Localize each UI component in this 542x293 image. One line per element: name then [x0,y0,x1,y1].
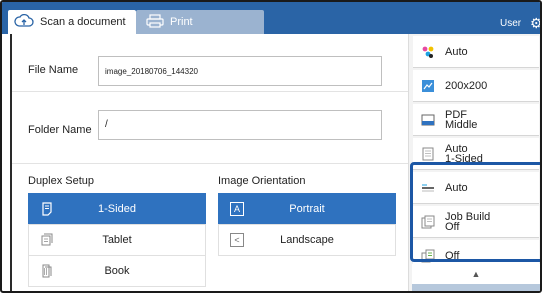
sidebar-item-label: 200x200 [445,79,488,92]
density-icon [421,181,435,195]
duplex-option-label: Tablet [102,234,132,246]
image-orientation-label: Image Orientation [218,175,306,187]
file-name-label: File Name [28,64,79,76]
portrait-icon: A [229,201,245,217]
one-sided-icon [39,201,55,217]
duplex-option-1-sided[interactable]: 1-Sided [28,193,206,225]
tab-print[interactable]: Print [136,10,264,34]
tablet-icon [39,232,55,248]
chevron-up-icon: ▲ [471,269,481,279]
file-name-field[interactable]: image_20180706_144320 [98,56,382,86]
user-label[interactable]: User [500,18,521,29]
sidebar-item-resolution[interactable]: 200x200 [413,70,539,102]
scan-settings-panel: File Name image_20180706_144320 Folder N… [10,34,408,291]
sidebar-item-label: Job Build Off [445,210,491,233]
duplex-setup-label: Duplex Setup [28,175,95,187]
sidebar-item-original-size[interactable]: Auto 1-Sided [413,138,539,170]
sidebar-item-job-build[interactable]: Job Build Off [413,206,539,238]
printer-icon [146,13,164,31]
sidebar-item-label: Off [445,249,460,262]
tab-scan-document[interactable]: Scan a document [8,10,136,34]
job-build-icon [421,215,435,229]
orientation-options: A Portrait < Landscape [218,193,396,256]
orientation-option-landscape[interactable]: < Landscape [218,224,396,256]
sidebar-item-label: PDF Middle [445,108,478,131]
sidebar-item-file-format[interactable]: PDF Middle [413,104,539,136]
tab-scan-label: Scan a document [40,16,126,28]
gear-icon[interactable]: ⚙ [530,15,540,32]
settings-sidebar: Auto 200x200 PDF Middle Auto 1-Sided Auto [408,34,540,291]
orientation-option-label: Portrait [289,203,325,215]
folder-name-row: Folder Name / [12,92,408,164]
sidebar-item-density[interactable]: Auto [413,172,539,204]
folder-name-field[interactable]: / [98,110,382,140]
cloud-upload-icon [14,13,34,31]
book-icon [39,263,55,279]
scroll-up-button[interactable]: ▲ [412,264,540,284]
resolution-icon [421,79,435,93]
sidebar-item-color-mode[interactable]: Auto [413,36,539,68]
file-format-icon [421,113,435,127]
folder-name-label: Folder Name [28,124,92,136]
sidebar-item-label: Auto 1-Sided [445,142,483,165]
color-mode-icon [421,45,435,59]
duplex-option-label: 1-Sided [98,203,136,215]
file-name-row: File Name image_20180706_144320 [12,52,408,92]
original-size-icon [421,147,435,161]
blank-page-icon [421,249,435,263]
duplex-option-label: Book [104,265,130,277]
duplex-option-tablet[interactable]: Tablet [28,224,206,256]
sidebar-item-label: Auto [445,45,468,58]
orientation-option-portrait[interactable]: A Portrait [218,193,396,225]
tab-print-label: Print [170,16,193,28]
sidebar-footer-bar [412,284,540,291]
duplex-options: 1-Sided Tablet Book [28,193,206,287]
orientation-option-label: Landscape [280,234,334,246]
scan-screen: Scan a document Print User ⚙ File Name i… [0,0,542,293]
duplex-option-book[interactable]: Book [28,255,206,287]
landscape-icon: < [229,232,245,248]
tab-bar: Scan a document Print User ⚙ [2,2,540,34]
sidebar-item-label: Auto [445,181,468,194]
